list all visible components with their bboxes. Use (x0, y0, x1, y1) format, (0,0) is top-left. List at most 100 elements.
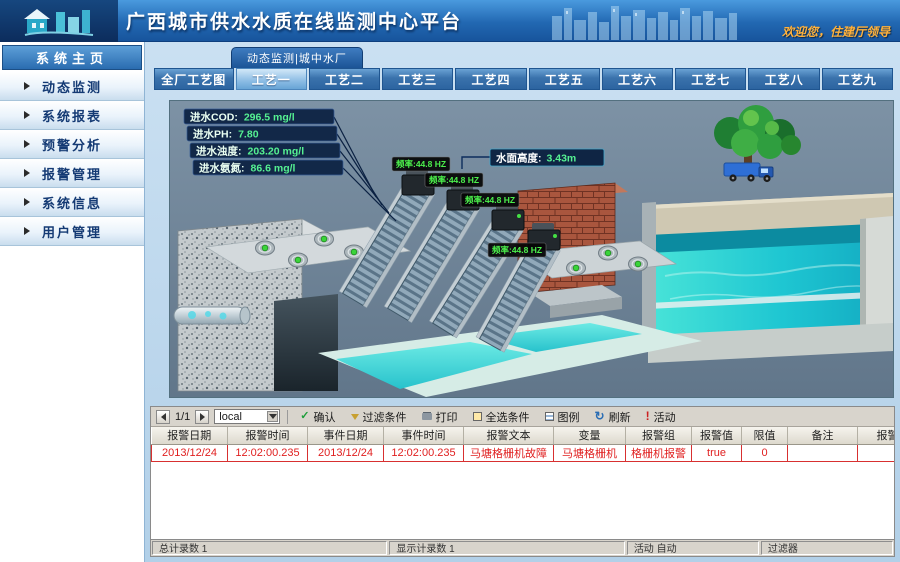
info-label: 进水COD: (190, 111, 238, 124)
alarm-table-wrap: 报警日期 报警时间 事件日期 事件时间 报警文本 变量 报警组 报警值 限值 备… (151, 427, 894, 462)
column-header[interactable]: 限值 (742, 427, 788, 444)
alarm-row[interactable]: 2013/12/24 12:02:00.235 2013/12/24 12:02… (152, 444, 895, 461)
process-tabbar: 全厂工艺图 工艺一 工艺二 工艺三 工艺四 工艺五 工艺六 工艺七 工艺八 工艺… (145, 68, 900, 90)
handwheel (629, 257, 648, 271)
activity-button[interactable]: 活动 (641, 408, 681, 426)
frequency-label: 频率:44.8 HZ (396, 159, 446, 169)
tab-process-4[interactable]: 工艺四 (455, 68, 526, 90)
tab-process-2[interactable]: 工艺二 (309, 68, 380, 90)
sidebar-item-reports[interactable]: 系统报表 (0, 101, 144, 130)
alarm-cell (788, 444, 858, 461)
column-header[interactable]: 变量 (554, 427, 626, 444)
button-label: 刷新 (609, 409, 631, 425)
sidebar-item-label: 报警管理 (42, 164, 102, 183)
sidebar-item-dynamic-monitoring[interactable]: 动态监测 (0, 72, 144, 101)
alarm-cell: 12:02:00.235 (384, 444, 464, 461)
button-label: 图例 (558, 409, 580, 425)
alarm-statusbar: 总计录数 1 显示计录数 1 活动 自动 过滤器 (151, 539, 894, 556)
alarm-cell: 12:02:00.235 (228, 444, 308, 461)
tab-process-8[interactable]: 工艺八 (748, 68, 819, 90)
info-label: 进水浊度: (196, 145, 242, 158)
next-page-button[interactable] (195, 410, 209, 424)
breadcrumb[interactable]: 动态监测|城中水厂 (231, 47, 363, 68)
sidebar-item-label: 系统信息 (42, 193, 102, 212)
prev-page-button[interactable] (156, 410, 170, 424)
column-header[interactable]: 报警时间 (228, 427, 308, 444)
column-header[interactable]: 报警日期 (152, 427, 228, 444)
alarm-table-header: 报警日期 报警时间 事件日期 事件时间 报警文本 变量 报警组 报警值 限值 备… (152, 427, 895, 444)
logo-icon (20, 4, 98, 38)
alarm-list-select[interactable]: local (214, 409, 280, 424)
alarm-table-empty-area (151, 462, 894, 539)
column-header[interactable]: 备注 (788, 427, 858, 444)
chevron-right-icon (24, 111, 30, 119)
tab-process-7[interactable]: 工艺七 (675, 68, 746, 90)
column-header[interactable]: 事件时间 (384, 427, 464, 444)
tab-process-1[interactable]: 工艺一 (236, 68, 307, 90)
sidebar-home[interactable]: 系统主页 (2, 45, 142, 70)
tab-process-6[interactable]: 工艺六 (602, 68, 673, 90)
alarm-toolbar: 1/1 local 确认 过滤条件 (151, 407, 894, 427)
refresh-button[interactable]: 刷新 (590, 408, 636, 426)
sidebar-item-user-management[interactable]: 用户管理 (0, 217, 144, 246)
breadcrumb-row: 动态监测|城中水厂 (145, 42, 900, 68)
chevron-right-icon (24, 227, 30, 235)
alarm-panel: 1/1 local 确认 过滤条件 (150, 406, 895, 557)
status-filter: 过滤器 (761, 541, 893, 555)
handwheel (289, 253, 308, 267)
acknowledge-button[interactable]: 确认 (295, 408, 340, 426)
print-button[interactable]: 打印 (417, 408, 463, 426)
scada-diagram: 进水COD:296.5 mg/l 进水PH:7.80 进水浊度:203.20 m… (170, 101, 893, 397)
button-label: 过滤条件 (363, 409, 407, 425)
logo (0, 0, 118, 42)
info-label: 进水氨氮: (199, 162, 245, 175)
tab-full-plant[interactable]: 全厂工艺图 (154, 68, 234, 90)
filter-button[interactable]: 过滤条件 (346, 408, 412, 426)
info-label: 进水PH: (193, 128, 232, 141)
legend-icon (545, 412, 554, 421)
alarm-cell: 0 (742, 444, 788, 461)
sidebar-item-warning-analysis[interactable]: 预警分析 (0, 130, 144, 159)
frequency-label: 频率:44.8 HZ (429, 175, 479, 185)
arrow-left-icon (161, 413, 166, 421)
handwheel (256, 241, 275, 255)
refresh-icon (595, 410, 605, 423)
tab-process-3[interactable]: 工艺三 (382, 68, 453, 90)
sidebar-item-label: 预警分析 (42, 135, 102, 154)
main-content: 动态监测|城中水厂 全厂工艺图 工艺一 工艺二 工艺三 工艺四 工艺五 工艺六 … (145, 42, 900, 562)
scada-view: 进水COD:296.5 mg/l 进水PH:7.80 进水浊度:203.20 m… (169, 100, 894, 398)
button-label: 活动 (654, 409, 676, 425)
column-header[interactable]: 报警值 (692, 427, 742, 444)
filter-icon (351, 414, 359, 420)
frequency-label: 频率:44.8 HZ (465, 195, 515, 205)
sidebar-item-alarm-management[interactable]: 报警管理 (0, 159, 144, 188)
column-header[interactable]: 报警组 (626, 427, 692, 444)
alarm-cell: 2013/12/24 (152, 444, 228, 461)
check-icon (300, 411, 309, 422)
sidebar: 系统主页 动态监测 系统报表 预警分析 报警管理 系统信息 (0, 42, 145, 562)
arrow-right-icon (200, 413, 205, 421)
frequency-label: 频率:44.8 HZ (492, 245, 542, 255)
info-value: 86.6 mg/l (251, 163, 296, 175)
water-level-value: 3.43m (547, 153, 577, 165)
legend-button[interactable]: 图例 (540, 408, 585, 426)
sidebar-item-system-info[interactable]: 系统信息 (0, 188, 144, 217)
tab-process-9[interactable]: 工艺九 (822, 68, 893, 90)
activity-icon (646, 410, 650, 423)
select-all-button[interactable]: 全选条件 (468, 408, 535, 426)
app-window: 广西城市供水水质在线监测中心平台 欢迎您，住建厅领导 (0, 0, 900, 562)
button-label: 全选条件 (486, 409, 530, 425)
chevron-right-icon (24, 82, 30, 90)
alarm-table: 报警日期 报警时间 事件日期 事件时间 报警文本 变量 报警组 报警值 限值 备… (151, 427, 894, 462)
select-all-icon (473, 412, 482, 421)
column-header[interactable]: 事件日期 (308, 427, 384, 444)
column-header[interactable]: 报警文本 (464, 427, 554, 444)
tab-process-5[interactable]: 工艺五 (529, 68, 600, 90)
status-shown-records: 显示计录数 1 (389, 541, 624, 555)
sidebar-item-label: 用户管理 (42, 222, 102, 241)
column-header[interactable]: 报警 (858, 427, 895, 444)
alarm-list-value: local (219, 411, 242, 423)
alarm-cell: 马塘格栅机故障 (464, 444, 554, 461)
alarm-cell: 马塘格栅机 (554, 444, 626, 461)
alarm-cell: true (692, 444, 742, 461)
